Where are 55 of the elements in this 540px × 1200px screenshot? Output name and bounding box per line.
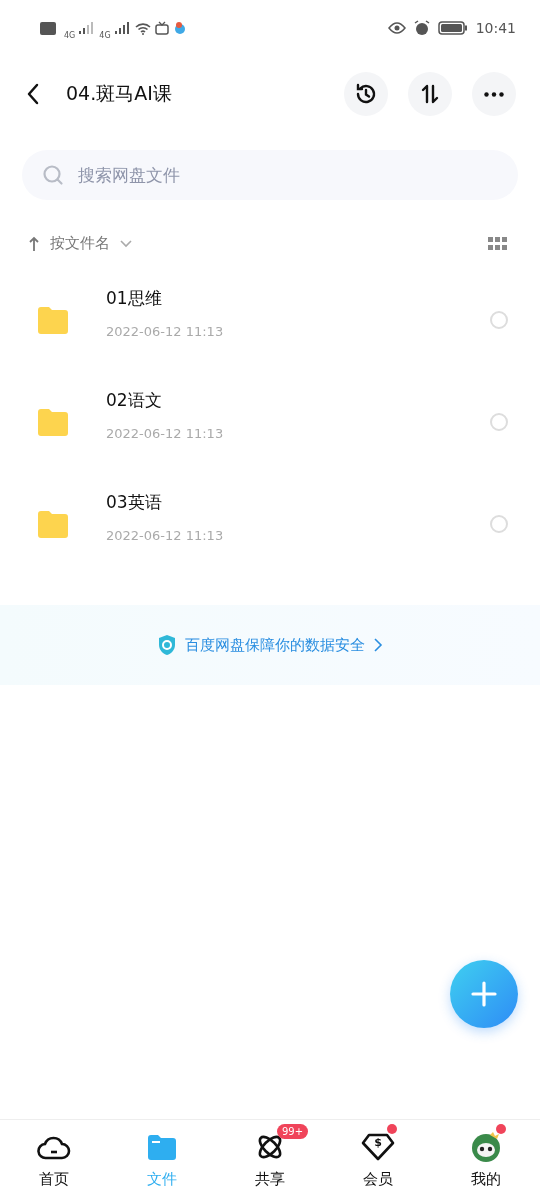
chevron-down-icon xyxy=(120,239,132,248)
plus-icon xyxy=(470,980,498,1008)
count-badge: 99+ xyxy=(277,1124,309,1139)
signal-icon xyxy=(79,22,96,34)
nav-tab[interactable]: $ 会员 xyxy=(324,1120,432,1200)
up-arrow-icon xyxy=(28,235,40,252)
tab-label: 首页 xyxy=(39,1170,69,1189)
file-name[interactable]: 02语文 xyxy=(106,389,490,412)
file-name[interactable]: 01思维 xyxy=(106,287,490,310)
hd-icon xyxy=(40,21,56,35)
signal-icon xyxy=(114,22,131,34)
sort-label: 按文件名 xyxy=(50,234,110,253)
select-radio[interactable] xyxy=(490,413,508,431)
transfer-button[interactable] xyxy=(408,72,452,116)
file-date: 2022-06-12 11:13 xyxy=(106,426,225,441)
more-icon xyxy=(484,91,504,97)
select-radio[interactable] xyxy=(490,515,508,533)
nav-tab[interactable]: 首页 xyxy=(0,1120,108,1200)
alarm-icon xyxy=(413,20,430,36)
search-field[interactable]: 搜索网盘文件 xyxy=(22,150,518,200)
bird-icon xyxy=(172,21,187,35)
tab-label: 我的 xyxy=(471,1170,501,1189)
select-radio[interactable] xyxy=(490,311,508,329)
file-date: 2022-06-12 11:13 xyxy=(106,528,225,543)
more-button[interactable] xyxy=(472,72,516,116)
folder-title: 04.斑马AI课 xyxy=(66,81,173,106)
avatar-icon xyxy=(470,1131,502,1163)
file-name[interactable]: 03英语 xyxy=(106,491,490,514)
folder-icon xyxy=(147,1133,177,1161)
back-icon[interactable] xyxy=(26,83,40,105)
network-label: 4G xyxy=(64,30,76,40)
network-label: 4G xyxy=(99,30,111,40)
tab-label: 会员 xyxy=(363,1170,393,1189)
status-time: 10:41 xyxy=(475,20,516,36)
diamond-icon: $ xyxy=(361,1133,395,1161)
folder-icon xyxy=(36,306,70,334)
add-button[interactable] xyxy=(450,960,518,1028)
history-icon xyxy=(354,82,378,106)
tv-icon xyxy=(154,21,169,35)
chevron-right-icon xyxy=(373,637,383,653)
folder-icon xyxy=(36,510,70,538)
security-text: 百度网盘保障你的数据安全 xyxy=(185,635,365,655)
tab-label: 共享 xyxy=(255,1170,285,1189)
tab-label: 文件 xyxy=(147,1170,177,1189)
shield-icon xyxy=(157,634,177,656)
folder-icon xyxy=(36,408,70,436)
grid-view-icon[interactable] xyxy=(488,236,508,251)
sort-button[interactable]: 按文件名 xyxy=(28,232,132,255)
wifi-icon xyxy=(134,21,151,35)
history-button[interactable] xyxy=(344,72,388,116)
nav-tab[interactable]: 我的 xyxy=(432,1120,540,1200)
battery-icon xyxy=(437,21,468,35)
nav-tab[interactable]: 99+ 共享 xyxy=(216,1120,324,1200)
eye-icon xyxy=(387,22,406,34)
file-date: 2022-06-12 11:13 xyxy=(106,324,225,339)
